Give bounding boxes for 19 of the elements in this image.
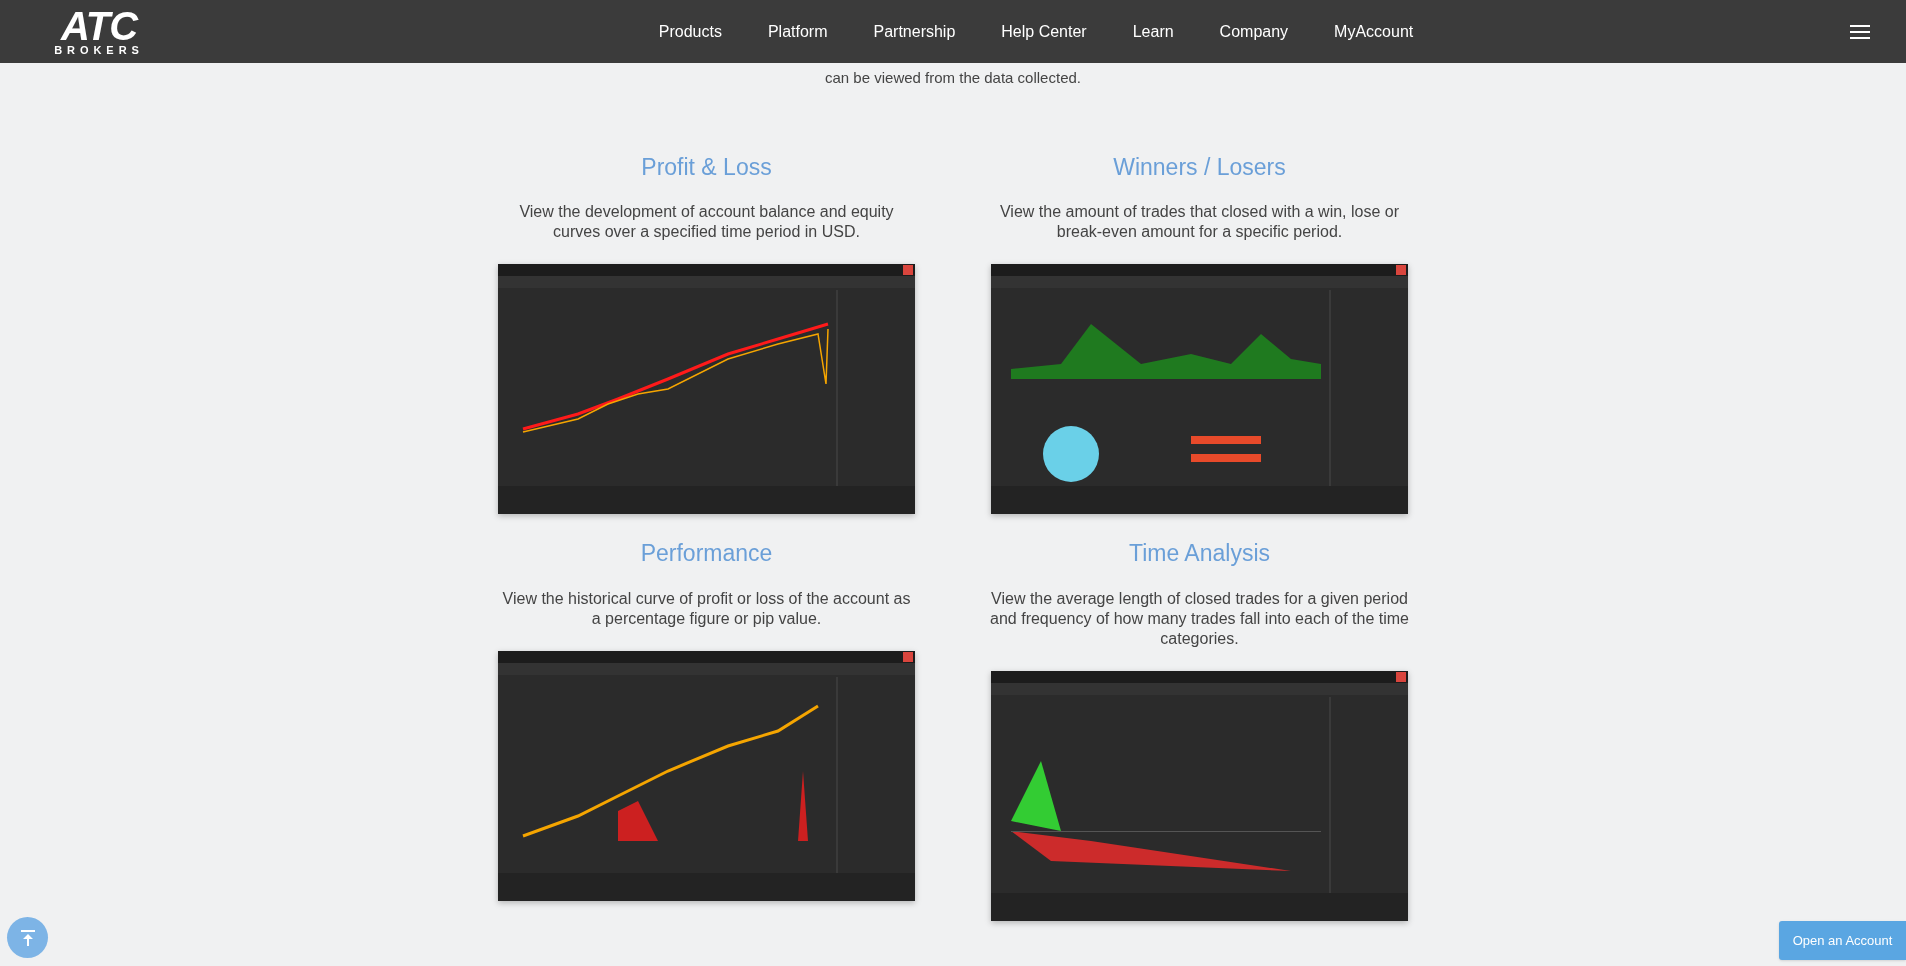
nav-link[interactable]: Platform [767, 19, 828, 44]
feature-title: Time Analysis [1129, 539, 1270, 568]
feature-description: View the historical curve of profit or loss of the account as a percentage figure or pip value. [501, 588, 912, 629]
feature-description: View the average length of closed trades for a given period and frequency of how many trades fall into each of the time categories. [989, 588, 1410, 649]
nav-link[interactable]: Help Center [1001, 19, 1087, 44]
nav-link[interactable]: Partnership [873, 19, 956, 44]
feature-title: Performance [640, 539, 773, 568]
nav-link[interactable]: Learn [1132, 19, 1174, 44]
arrow-up-icon [19, 928, 36, 947]
feature-title: Winners / Losers [1113, 152, 1286, 182]
nav-link[interactable]: Products [658, 19, 722, 44]
intro-text: can be viewed from the data collected. [824, 68, 1082, 88]
feature-title: Profit & Loss [641, 152, 772, 182]
nav-link[interactable]: Company [1219, 19, 1289, 44]
logo[interactable]: ATC BROKERS [36, 7, 162, 56]
feature-description: View the amount of trades that closed with a win, lose or break-even amount for a specific period. [999, 202, 1400, 242]
nav-link[interactable]: MyAccount [1334, 19, 1414, 44]
menu-icon[interactable] [1850, 24, 1870, 39]
feature-description: View the development of account balance and equity curves over a specified time period in USD. [518, 202, 895, 242]
